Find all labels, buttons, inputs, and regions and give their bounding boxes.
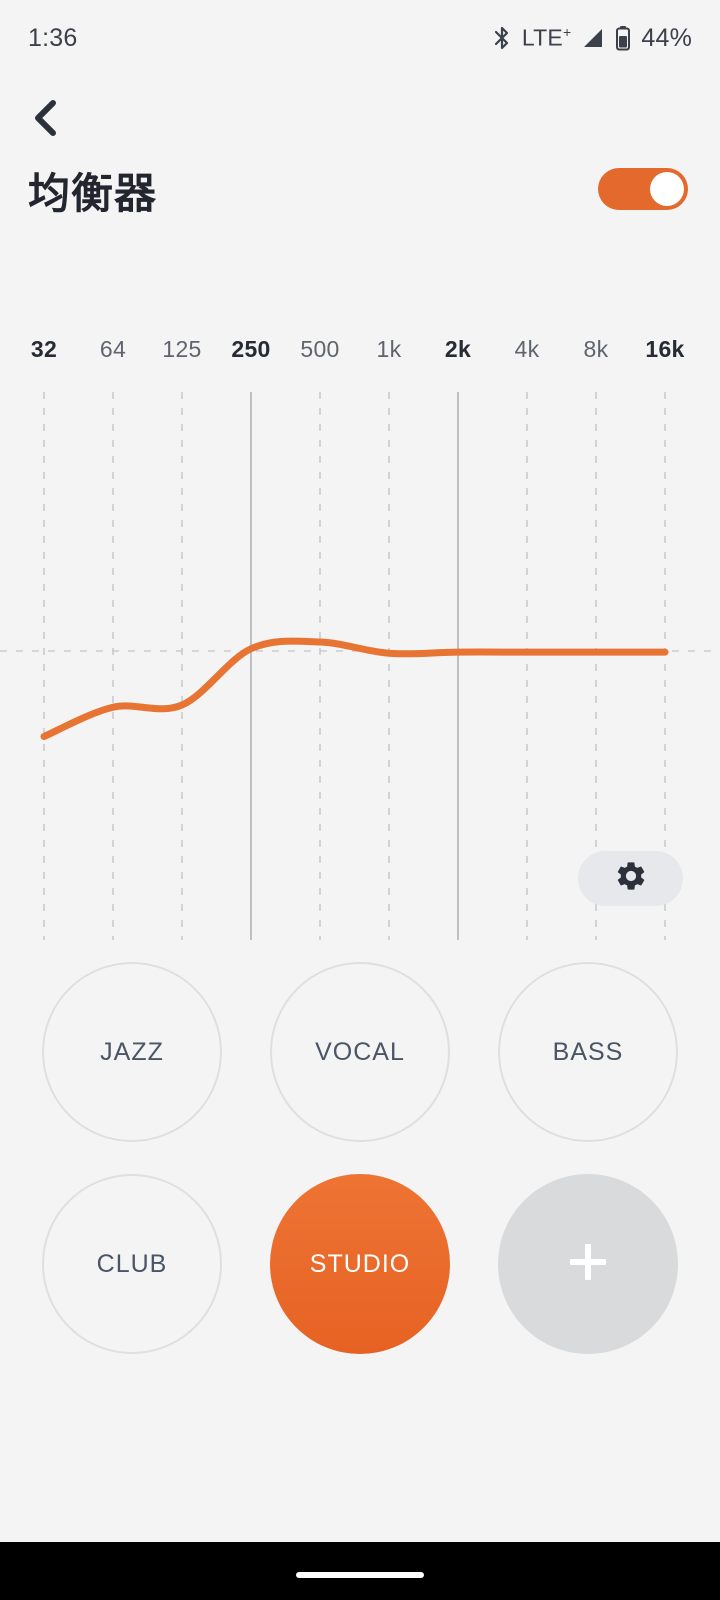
preset-row: CLUB STUDIO [0,1174,720,1354]
status-bar: 1:36 LTE+ 44% [0,0,720,76]
preset-label: VOCAL [315,1037,405,1066]
frequency-axis-labels: 32 64 125 250 500 1k 2k 4k 8k 16k [0,336,720,370]
system-nav-bar [0,1542,720,1600]
freq-tick-8k: 8k [583,336,609,362]
eq-response-curve[interactable] [40,637,669,740]
freq-tick-16k: 16k [645,336,685,362]
bluetooth-icon [492,25,512,51]
equalizer-enable-toggle[interactable] [598,168,688,210]
back-button[interactable] [18,92,74,148]
battery-percentage: 44% [641,23,692,52]
page-title: 均衡器 [28,170,158,217]
chevron-left-icon [29,98,63,143]
freq-tick-2k: 2k [444,336,472,362]
add-preset-button[interactable] [498,1174,678,1354]
preset-row: JAZZ VOCAL BASS [0,962,720,1142]
preset-grid: JAZZ VOCAL BASS CLUB STUDIO [0,962,720,1354]
freq-tick-4k: 4k [514,336,540,362]
status-icons: LTE+ 44% [492,24,692,53]
preset-label: STUDIO [309,1249,411,1278]
freq-tick-64: 64 [99,336,127,362]
freq-tick-500: 500 [300,336,340,362]
preset-button-jazz[interactable]: JAZZ [42,962,222,1142]
preset-button-club[interactable]: CLUB [42,1174,222,1354]
gear-icon [614,859,648,898]
preset-button-bass[interactable]: BASS [498,962,678,1142]
freq-tick-250: 250 [231,336,271,362]
toggle-knob [650,172,684,206]
plus-icon [560,1234,616,1295]
preset-label: CLUB [96,1249,168,1278]
home-indicator[interactable] [296,1572,424,1578]
battery-icon [615,25,631,51]
network-type-label: LTE+ [521,24,572,51]
equalizer-screen: 1:36 LTE+ 44% 均衡器 32 64 125 250 500 1k 2… [0,0,720,1600]
signal-bars-icon [581,26,605,50]
preset-label: BASS [552,1037,624,1066]
freq-tick-125: 125 [162,336,202,362]
equalizer-settings-button[interactable] [578,851,683,906]
freq-tick-1k: 1k [376,336,402,362]
status-time: 1:36 [28,23,78,52]
freq-tick-32: 32 [30,336,58,362]
preset-button-vocal[interactable]: VOCAL [270,962,450,1142]
preset-label: JAZZ [100,1037,164,1066]
preset-button-studio[interactable]: STUDIO [270,1174,450,1354]
